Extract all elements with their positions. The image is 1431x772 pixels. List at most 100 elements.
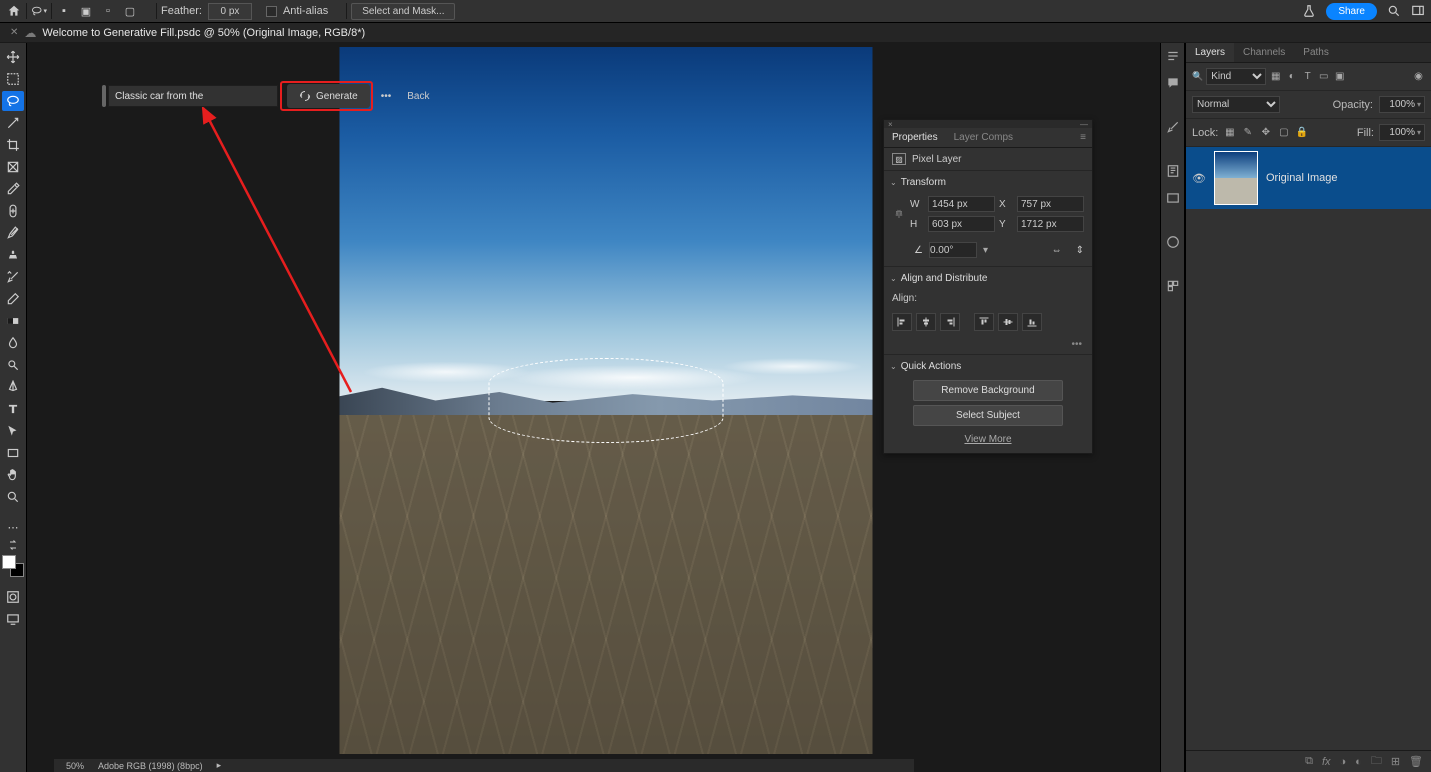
back-button[interactable]: Back — [399, 84, 437, 108]
flip-vertical-icon[interactable]: ⇕ — [1076, 245, 1084, 256]
visibility-eye-icon[interactable]: 👁 — [1192, 172, 1206, 185]
feather-input[interactable] — [208, 3, 252, 20]
eraser-tool-icon[interactable] — [2, 289, 24, 309]
hand-tool-icon[interactable] — [2, 465, 24, 485]
blend-mode-select[interactable]: Normal — [1192, 96, 1280, 113]
panel-close-icon[interactable]: × — [888, 120, 893, 128]
view-more-link[interactable]: View More — [884, 430, 1092, 453]
search-icon[interactable] — [1387, 4, 1401, 18]
status-profile[interactable]: Adobe RGB (1998) (8bpc) — [98, 761, 203, 771]
eyedropper-tool-icon[interactable] — [2, 179, 24, 199]
panel-collapse-icon[interactable]: — — [1080, 120, 1088, 128]
tab-paths[interactable]: Paths — [1294, 43, 1338, 62]
align-hcenter-icon[interactable] — [916, 313, 936, 331]
lock-artboard-icon[interactable]: ▢ — [1277, 126, 1290, 139]
brushes-panel-icon[interactable] — [1164, 118, 1182, 136]
filter-toggle-icon[interactable]: ◉ — [1412, 70, 1425, 83]
layer-fx-icon[interactable]: fx — [1322, 756, 1331, 768]
align-right-icon[interactable] — [940, 313, 960, 331]
intersect-selection-icon[interactable]: ▢ — [122, 3, 138, 19]
lock-image-icon[interactable]: ✎ — [1241, 126, 1254, 139]
align-left-icon[interactable] — [892, 313, 912, 331]
comments-panel-icon[interactable] — [1164, 74, 1182, 92]
new-selection-icon[interactable]: ▪ — [56, 3, 72, 19]
lasso-tool-indicator-icon[interactable]: ▾ — [31, 3, 47, 19]
color-panel-icon[interactable] — [1164, 233, 1182, 251]
height-input[interactable] — [928, 216, 995, 232]
type-tool-icon[interactable] — [2, 399, 24, 419]
link-wh-icon[interactable]: 𐄷 — [892, 207, 906, 221]
crop-tool-icon[interactable] — [2, 135, 24, 155]
quickmask-icon[interactable] — [2, 587, 24, 607]
color-swatches[interactable] — [2, 555, 24, 577]
y-input[interactable] — [1017, 216, 1084, 232]
generate-button[interactable]: Generate — [287, 84, 370, 108]
healing-brush-tool-icon[interactable] — [2, 201, 24, 221]
drag-handle-icon[interactable] — [102, 85, 106, 107]
layer-filter-select[interactable]: Kind — [1206, 68, 1266, 85]
filter-search-icon[interactable]: 🔍 — [1192, 71, 1203, 82]
link-layers-icon[interactable]: ⧉ — [1305, 755, 1313, 768]
layer-group-icon[interactable]: 🗀 — [1371, 752, 1382, 771]
flip-horizontal-icon[interactable]: ⇔ — [1052, 245, 1062, 256]
transform-header[interactable]: ⌄ Transform — [884, 170, 1092, 192]
tab-channels[interactable]: Channels — [1234, 43, 1294, 62]
align-header[interactable]: ⌄ Align and Distribute — [884, 266, 1092, 288]
quick-actions-header[interactable]: ⌄ Quick Actions — [884, 354, 1092, 376]
x-input[interactable] — [1017, 196, 1084, 212]
history-panel-icon[interactable] — [1164, 162, 1182, 180]
adjustment-layer-icon[interactable]: ◐ — [1355, 756, 1362, 768]
lock-all-icon[interactable]: 🔒 — [1295, 126, 1308, 139]
align-vcenter-icon[interactable] — [998, 313, 1018, 331]
marquee-tool-icon[interactable] — [2, 69, 24, 89]
brush-tool-icon[interactable] — [2, 223, 24, 243]
swap-colors-icon[interactable] — [2, 539, 24, 551]
subtract-selection-icon[interactable]: ▫ — [100, 3, 116, 19]
swatches-panel-icon[interactable] — [1164, 189, 1182, 207]
rectangle-tool-icon[interactable] — [2, 443, 24, 463]
status-chevron-icon[interactable]: ▸ — [217, 760, 222, 771]
blur-tool-icon[interactable] — [2, 333, 24, 353]
clone-stamp-tool-icon[interactable] — [2, 245, 24, 265]
workspace-switcher-icon[interactable] — [1411, 4, 1425, 18]
filter-smart-icon[interactable]: ▣ — [1333, 70, 1346, 83]
layer-thumbnail[interactable] — [1214, 151, 1258, 205]
tab-layer-comps[interactable]: Layer Comps — [946, 128, 1021, 147]
panel-icon-1[interactable] — [1164, 47, 1182, 65]
magic-wand-tool-icon[interactable] — [2, 113, 24, 133]
history-brush-tool-icon[interactable] — [2, 267, 24, 287]
angle-input[interactable] — [929, 242, 977, 258]
pen-tool-icon[interactable] — [2, 377, 24, 397]
layer-row[interactable]: 👁 Original Image — [1186, 147, 1431, 209]
generative-prompt-input[interactable] — [108, 85, 278, 107]
delete-layer-icon[interactable]: 🗑 — [1409, 755, 1423, 768]
select-and-mask-button[interactable]: Select and Mask... — [351, 3, 455, 20]
home-icon[interactable] — [6, 3, 22, 19]
select-subject-button[interactable]: Select Subject — [913, 405, 1063, 426]
share-button[interactable]: Share — [1326, 3, 1377, 20]
filter-adjustment-icon[interactable]: ◐ — [1285, 70, 1298, 83]
chevron-down-icon[interactable]: ▾ — [1417, 100, 1421, 109]
chevron-down-icon[interactable]: ▾ — [1417, 128, 1421, 137]
edit-toolbar-icon[interactable]: ⋯ — [2, 517, 24, 537]
move-tool-icon[interactable] — [2, 47, 24, 67]
filter-image-icon[interactable]: ▦ — [1269, 70, 1282, 83]
opacity-input[interactable] — [1383, 99, 1415, 110]
remove-background-button[interactable]: Remove Background — [913, 380, 1063, 401]
chevron-down-icon[interactable]: ▾ — [983, 245, 993, 256]
filter-shape-icon[interactable]: ▭ — [1317, 70, 1330, 83]
status-zoom[interactable]: 50% — [66, 761, 84, 771]
more-options-icon[interactable]: ••• — [373, 84, 400, 108]
path-selection-tool-icon[interactable] — [2, 421, 24, 441]
fill-input[interactable] — [1383, 127, 1415, 138]
antialias-checkbox[interactable] — [266, 6, 277, 17]
frame-tool-icon[interactable] — [2, 157, 24, 177]
layer-name-label[interactable]: Original Image — [1266, 172, 1338, 184]
align-top-icon[interactable] — [974, 313, 994, 331]
flask-icon[interactable] — [1302, 4, 1316, 18]
filter-type-icon[interactable]: T — [1301, 70, 1314, 83]
lasso-tool-icon[interactable] — [2, 91, 24, 111]
add-selection-icon[interactable]: ▣ — [78, 3, 94, 19]
gradient-tool-icon[interactable] — [2, 311, 24, 331]
lock-position-icon[interactable]: ✥ — [1259, 126, 1272, 139]
